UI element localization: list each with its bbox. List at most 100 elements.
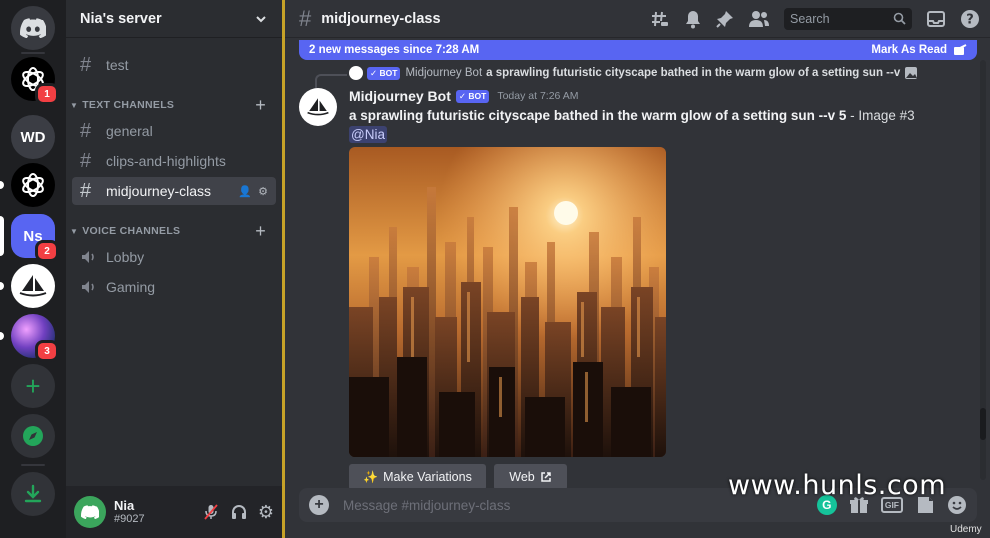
channel-name: clips-and-highlights bbox=[106, 153, 226, 169]
user-tag: #9027 bbox=[114, 513, 145, 526]
channel-sidebar: Nia's server # test ▼ TEXT CHANNELS + # … bbox=[66, 0, 282, 538]
udemy-logo: Udemy bbox=[950, 524, 982, 535]
cityscape-image bbox=[349, 147, 666, 457]
sailboat-icon bbox=[307, 98, 329, 116]
hashtag-icon: # bbox=[80, 53, 92, 76]
channel-name: Lobby bbox=[106, 249, 145, 265]
openai-icon bbox=[22, 173, 44, 197]
mark-read-icon bbox=[954, 44, 967, 55]
scrollbar-thumb[interactable] bbox=[980, 408, 986, 440]
channel-test[interactable]: # test bbox=[72, 51, 276, 79]
home-button[interactable] bbox=[11, 6, 55, 50]
discord-app: 1 WD Ns 2 3 + Nia's server # test ▼ TEXT… bbox=[0, 0, 990, 538]
member-list-icon[interactable] bbox=[748, 10, 770, 28]
help-icon[interactable]: ? bbox=[960, 9, 980, 29]
hashtag-icon: # bbox=[80, 179, 92, 202]
unread-indicator bbox=[0, 181, 4, 189]
server-initials: WD bbox=[20, 128, 46, 146]
gear-icon[interactable]: ⚙ bbox=[258, 503, 274, 521]
message-scrollbar[interactable] bbox=[980, 60, 986, 480]
channel-name: Gaming bbox=[106, 279, 156, 295]
add-server-button[interactable]: + bbox=[11, 364, 55, 408]
server-header[interactable]: Nia's server bbox=[66, 0, 282, 38]
avatar[interactable] bbox=[74, 496, 106, 528]
web-button[interactable]: Web bbox=[494, 464, 567, 490]
download-apps-button[interactable] bbox=[11, 472, 55, 516]
button-label: Web bbox=[509, 470, 535, 484]
attach-plus-icon[interactable]: + bbox=[309, 495, 329, 515]
create-channel-plus-icon[interactable]: + bbox=[255, 95, 266, 116]
bot-badge: ✓ BOT bbox=[455, 89, 490, 103]
emoji-icon[interactable] bbox=[947, 495, 967, 515]
mute-mic-icon[interactable] bbox=[202, 503, 220, 521]
bot-badge: ✓ BOT bbox=[367, 66, 401, 80]
search-icon bbox=[893, 12, 906, 25]
image-icon bbox=[905, 67, 918, 79]
bell-icon[interactable] bbox=[684, 9, 702, 29]
message-timestamp: Today at 7:26 AM bbox=[497, 90, 579, 102]
avatar[interactable] bbox=[299, 88, 337, 126]
watermark: www.hunls.com bbox=[728, 470, 947, 501]
channel-name: general bbox=[106, 123, 153, 139]
bot-badge-label: BOT bbox=[379, 67, 398, 78]
speaker-icon bbox=[82, 251, 94, 263]
unread-indicator bbox=[0, 332, 4, 340]
compass-icon bbox=[23, 426, 43, 446]
channel-midjourney-class[interactable]: # midjourney-class 👤 ⚙ bbox=[72, 177, 276, 205]
channel-clips-and-highlights[interactable]: # clips-and-highlights bbox=[72, 147, 276, 175]
threads-icon[interactable] bbox=[650, 9, 670, 29]
channel-name: test bbox=[106, 57, 129, 73]
chevron-down-icon bbox=[256, 15, 266, 22]
server-wd[interactable]: WD bbox=[11, 115, 55, 159]
hashtag-icon: # bbox=[80, 149, 92, 172]
voice-channel-gaming[interactable]: Gaming bbox=[72, 273, 276, 301]
pin-icon[interactable] bbox=[716, 10, 734, 28]
explore-servers-button[interactable] bbox=[11, 414, 55, 458]
category-voice-channels[interactable]: ▼ VOICE CHANNELS + bbox=[66, 221, 282, 242]
plus-icon: + bbox=[25, 370, 41, 401]
gear-icon[interactable]: ⚙ bbox=[258, 185, 268, 198]
channel-header: # midjourney-class Search ? bbox=[285, 0, 990, 38]
generated-image[interactable] bbox=[349, 147, 666, 457]
server-midjourney[interactable] bbox=[11, 264, 55, 308]
server-galaxy[interactable]: 3 bbox=[11, 314, 59, 362]
create-channel-plus-icon[interactable]: + bbox=[255, 221, 266, 242]
server-rail: 1 WD Ns 2 3 + bbox=[0, 0, 66, 538]
rail-separator bbox=[21, 464, 45, 466]
category-text-channels[interactable]: ▼ TEXT CHANNELS + bbox=[66, 95, 282, 116]
username: Nia bbox=[114, 497, 135, 513]
notification-badge: 2 bbox=[35, 240, 59, 262]
server-nias-server[interactable]: Ns 2 bbox=[11, 214, 59, 262]
selected-indicator bbox=[0, 216, 4, 256]
svg-text:?: ? bbox=[966, 12, 974, 27]
message-suffix: - Image #3 bbox=[846, 108, 915, 123]
user-panel: Nia #9027 ⚙ bbox=[66, 486, 282, 538]
server-openai[interactable] bbox=[11, 163, 55, 207]
channel-general[interactable]: # general bbox=[72, 117, 276, 145]
invite-member-icon[interactable]: 👤 bbox=[238, 185, 252, 198]
reply-author: Midjourney Bot bbox=[405, 67, 483, 79]
make-variations-button[interactable]: ✨ Make Variations bbox=[349, 464, 486, 490]
headphones-icon[interactable] bbox=[230, 503, 248, 521]
voice-channel-lobby[interactable]: Lobby bbox=[72, 243, 276, 271]
server-name: Nia's server bbox=[80, 10, 162, 27]
new-messages-bar[interactable]: 2 new messages since 7:28 AM Mark As Rea… bbox=[299, 40, 977, 60]
user-info[interactable]: Nia #9027 bbox=[114, 497, 145, 526]
notification-badge: 1 bbox=[35, 83, 59, 105]
reply-text: a sprawling futuristic cityscape bathed … bbox=[486, 67, 901, 79]
mark-as-read-button[interactable]: Mark As Read bbox=[871, 44, 967, 56]
message-author[interactable]: Midjourney Bot bbox=[349, 88, 451, 104]
unread-indicator bbox=[0, 282, 4, 290]
channel-name: midjourney-class bbox=[106, 183, 212, 199]
reply-preview[interactable]: ✓ BOT Midjourney Bot a sprawling futuris… bbox=[349, 66, 918, 80]
speaker-icon bbox=[82, 281, 94, 293]
external-link-icon bbox=[540, 472, 551, 482]
inbox-icon[interactable] bbox=[926, 10, 946, 28]
user-mention[interactable]: @Nia bbox=[349, 126, 387, 143]
sailboat-icon bbox=[19, 275, 47, 297]
category-label: VOICE CHANNELS bbox=[82, 225, 181, 237]
channel-title: midjourney-class bbox=[321, 10, 441, 27]
server-chatgpt[interactable]: 1 bbox=[11, 57, 59, 105]
hashtag-icon: # bbox=[299, 5, 312, 31]
search-input[interactable]: Search bbox=[784, 7, 912, 30]
